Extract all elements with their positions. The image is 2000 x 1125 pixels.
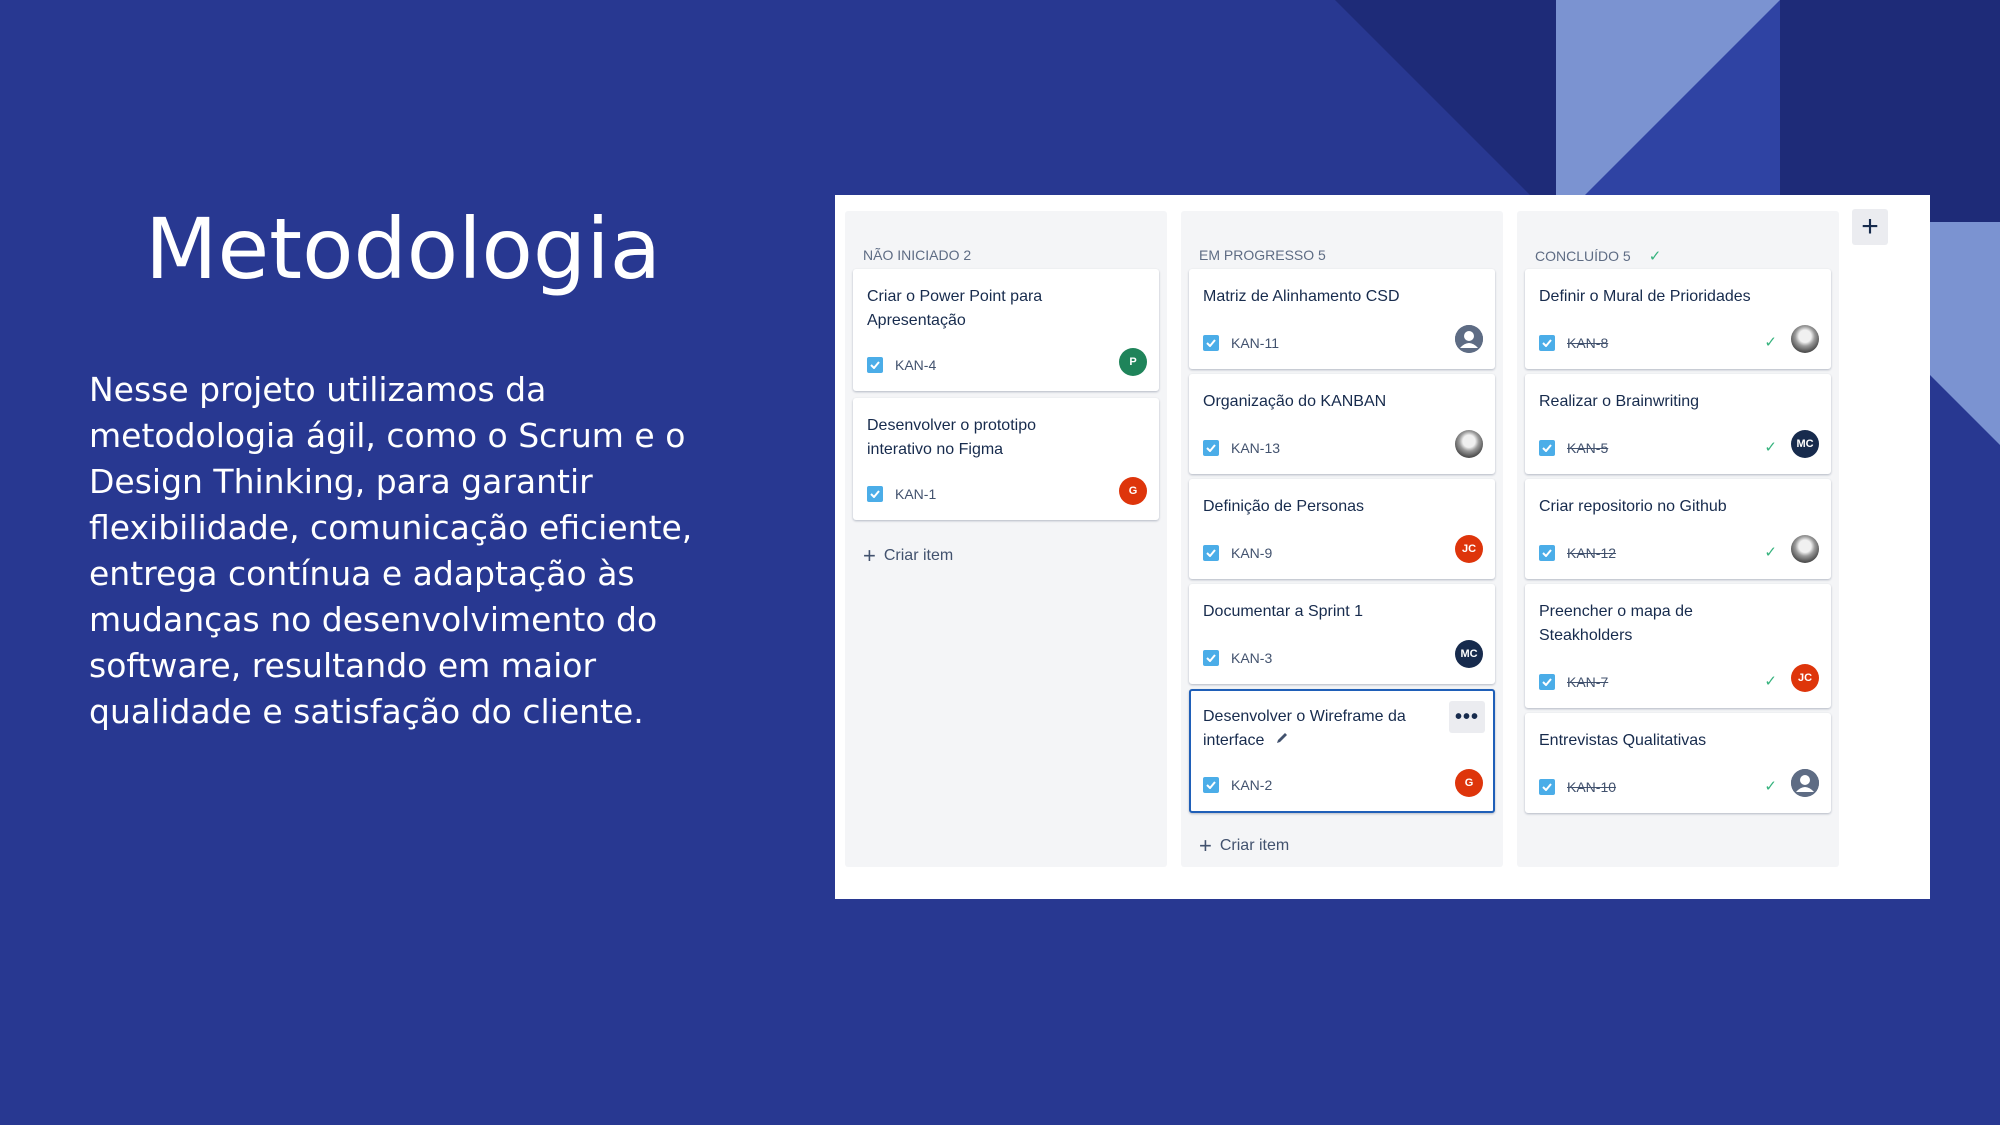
done-check-icon: ✓ <box>1764 778 1777 795</box>
plus-icon: + <box>863 543 876 568</box>
create-item-label: Criar item <box>1219 837 1290 854</box>
card-kan-12[interactable]: Criar repositorio no Github KAN-12 ✓ <box>1525 479 1831 579</box>
avatar[interactable]: JC <box>1455 535 1483 563</box>
task-checkbox-icon <box>867 486 883 502</box>
card-title: Definir o Mural de Prioridades <box>1539 288 1751 305</box>
card-title: Entrevistas Qualitativas <box>1539 732 1707 749</box>
user-placeholder-icon[interactable] <box>1791 769 1819 797</box>
card-title: Organização do KANBAN <box>1203 393 1387 410</box>
task-checkbox-icon <box>1203 650 1219 666</box>
card-kan-7[interactable]: Preencher o mapa de Steakholders KAN-7 ✓… <box>1525 584 1831 708</box>
card-kan-11[interactable]: Matriz de Alinhamento CSD KAN-11 <box>1189 269 1495 369</box>
card-title: Criar repositorio no Github <box>1539 498 1727 515</box>
card-title: Desenvolver o prototipo interativo no Fi… <box>867 417 1036 458</box>
issue-key: KAN-4 <box>895 357 937 373</box>
column-header-label: NÃO INICIADO 2 <box>863 247 972 263</box>
issue-key: KAN-5 <box>1567 440 1609 456</box>
task-checkbox-icon <box>1203 545 1219 561</box>
task-checkbox-icon <box>1539 440 1555 456</box>
create-item-button[interactable]: + Criar item <box>1199 833 1290 858</box>
card-title-text: Desenvolver o Wireframe da interface <box>1203 708 1406 749</box>
card-kan-2[interactable]: Desenvolver o Wireframe da interface •••… <box>1189 689 1495 813</box>
column-em-progresso: EM PROGRESSO 5 Matriz de Alinhamento CSD… <box>1181 211 1503 867</box>
column-header: NÃO INICIADO 2 <box>863 247 971 263</box>
avatar[interactable]: G <box>1455 769 1483 797</box>
plus-icon: + <box>1199 833 1212 858</box>
column-header: EM PROGRESSO 5 <box>1199 247 1326 263</box>
user-placeholder-icon[interactable] <box>1455 325 1483 353</box>
task-checkbox-icon <box>1539 335 1555 351</box>
user-photo-icon[interactable] <box>1791 535 1819 563</box>
column-concluido: CONCLUÍDO 5 ✓ Definir o Mural de Priorid… <box>1517 211 1839 867</box>
done-check-icon: ✓ <box>1764 439 1777 456</box>
issue-key: KAN-11 <box>1231 335 1279 351</box>
column-header-label: EM PROGRESSO 5 <box>1199 247 1326 263</box>
more-icon[interactable]: ••• <box>1449 701 1485 733</box>
card-title: Criar o Power Point para Apresentação <box>867 288 1043 329</box>
done-check-icon: ✓ <box>1764 334 1777 351</box>
card-kan-4[interactable]: Criar o Power Point para Apresentação KA… <box>853 269 1159 391</box>
card-kan-9[interactable]: Definição de Personas KAN-9 JC <box>1189 479 1495 579</box>
avatar[interactable]: P <box>1119 348 1147 376</box>
issue-key: KAN-10 <box>1567 779 1617 795</box>
card-title: Desenvolver o Wireframe da interface <box>1203 705 1423 753</box>
avatar[interactable]: G <box>1119 477 1147 505</box>
done-check-icon: ✓ <box>1764 673 1777 690</box>
issue-key: KAN-2 <box>1231 777 1273 793</box>
pencil-icon[interactable] <box>1275 729 1289 753</box>
task-checkbox-icon <box>1203 777 1219 793</box>
card-kan-3[interactable]: Documentar a Sprint 1 KAN-3 MC <box>1189 584 1495 684</box>
done-check-icon: ✓ <box>1764 544 1777 561</box>
card-kan-10[interactable]: Entrevistas Qualitativas KAN-10 ✓ <box>1525 713 1831 813</box>
issue-key: KAN-7 <box>1567 674 1609 690</box>
avatar[interactable]: JC <box>1791 664 1819 692</box>
card-kan-1[interactable]: Desenvolver o prototipo interativo no Fi… <box>853 398 1159 520</box>
task-checkbox-icon <box>1203 335 1219 351</box>
task-checkbox-icon <box>1203 440 1219 456</box>
user-photo-icon[interactable] <box>1455 430 1483 458</box>
issue-key: KAN-8 <box>1567 335 1609 351</box>
create-item-label: Criar item <box>883 547 954 564</box>
issue-key: KAN-3 <box>1231 650 1273 666</box>
kanban-board-screenshot: NÃO INICIADO 2 Criar o Power Point para … <box>835 195 1930 899</box>
task-checkbox-icon <box>1539 545 1555 561</box>
slide-body-text: Nesse projeto utilizamos da metodologia … <box>89 370 693 731</box>
card-kan-8[interactable]: Definir o Mural de Prioridades KAN-8 ✓ <box>1525 269 1831 369</box>
card-title: Definição de Personas <box>1203 498 1364 515</box>
card-title: Matriz de Alinhamento CSD <box>1203 288 1400 305</box>
create-item-button[interactable]: + Criar item <box>863 543 954 568</box>
task-checkbox-icon <box>1539 674 1555 690</box>
avatar[interactable]: MC <box>1455 640 1483 668</box>
column-header: CONCLUÍDO 5 ✓ <box>1535 247 1661 265</box>
plus-icon[interactable]: + <box>1852 209 1888 245</box>
issue-key: KAN-12 <box>1567 545 1617 561</box>
card-title: Preencher o mapa de Steakholders <box>1539 603 1693 644</box>
issue-key: KAN-9 <box>1231 545 1273 561</box>
task-checkbox-icon <box>867 357 883 373</box>
card-title: Realizar o Brainwriting <box>1539 393 1700 410</box>
card-kan-13[interactable]: Organização do KANBAN KAN-13 <box>1189 374 1495 474</box>
issue-key: KAN-1 <box>895 486 937 502</box>
slide-title: Metodologia <box>145 200 662 298</box>
issue-key: KAN-13 <box>1231 440 1281 456</box>
column-header-label: CONCLUÍDO 5 <box>1535 248 1631 264</box>
check-icon: ✓ <box>1648 248 1662 265</box>
card-title: Documentar a Sprint 1 <box>1203 603 1364 620</box>
column-nao-iniciado: NÃO INICIADO 2 Criar o Power Point para … <box>845 211 1167 867</box>
task-checkbox-icon <box>1539 779 1555 795</box>
user-photo-icon[interactable] <box>1791 325 1819 353</box>
avatar[interactable]: MC <box>1791 430 1819 458</box>
card-kan-5[interactable]: Realizar o Brainwriting KAN-5 ✓ MC <box>1525 374 1831 474</box>
